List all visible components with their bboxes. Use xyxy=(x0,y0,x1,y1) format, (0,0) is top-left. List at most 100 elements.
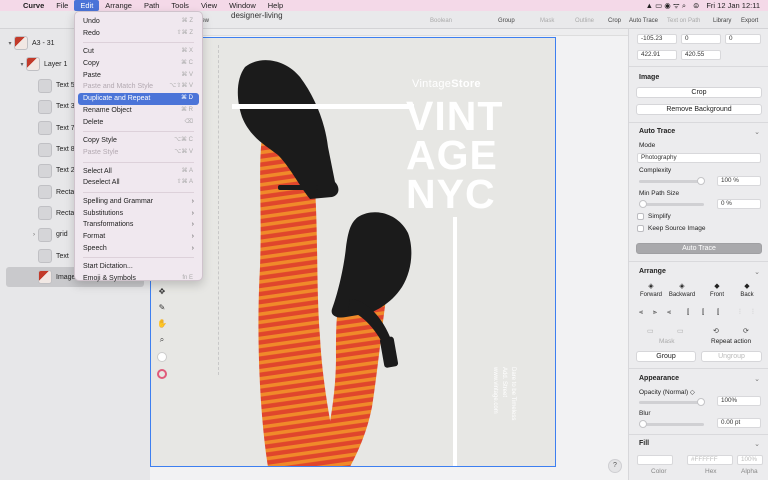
disclosure-icon[interactable]: ▾ xyxy=(18,61,26,68)
front-button[interactable]: ◆ Front xyxy=(702,282,732,304)
menu-app[interactable]: Curve xyxy=(17,0,50,11)
menu-item[interactable]: Start Dictation... xyxy=(75,261,202,273)
auto-trace-button[interactable]: Auto Trace xyxy=(636,243,762,254)
toolbar-boolean[interactable]: Boolean xyxy=(430,18,452,24)
menu-item[interactable]: Paste Style ⌥⌘ V xyxy=(75,147,202,159)
status-icons[interactable]: ▲ ▭ ◉ ᯤ ⌕ xyxy=(646,1,686,11)
menu-edit[interactable]: Edit xyxy=(74,0,100,11)
opacity-field[interactable]: 100% xyxy=(717,396,761,406)
backward-button[interactable]: ◈ Backward xyxy=(667,282,697,304)
toolbar-library[interactable]: Library xyxy=(713,18,731,24)
menu-item[interactable]: Copy ⌘ C xyxy=(75,58,202,70)
repeat-icon[interactable]: ⟲ xyxy=(713,327,719,335)
distribute-icon[interactable]: ⫶ xyxy=(752,309,754,317)
poster-headline[interactable]: VINT AGE NYC xyxy=(406,96,503,215)
menu-arrange[interactable]: Arrange xyxy=(99,0,138,11)
menu-item[interactable]: Format › xyxy=(75,231,202,243)
complexity-slider[interactable] xyxy=(639,177,705,185)
keep-source-checkbox[interactable] xyxy=(637,225,644,232)
toolbar-group[interactable]: Group xyxy=(498,18,515,24)
align-right-icon[interactable]: ⫷ xyxy=(667,309,671,317)
menu-view[interactable]: View xyxy=(195,0,223,11)
menu-file[interactable]: File xyxy=(50,0,74,11)
menu-path[interactable]: Path xyxy=(138,0,165,11)
hand-icon[interactable]: ✋ xyxy=(157,319,167,328)
fill-color-swatch[interactable] xyxy=(637,455,673,465)
align-left-icon[interactable]: ⫷ xyxy=(639,309,643,317)
position-y-field[interactable]: 0 xyxy=(681,34,721,44)
artboard[interactable]: VintageStore VINT AGE NYC Dare to be Tim… xyxy=(150,37,556,467)
menu-item[interactable]: Transformations › xyxy=(75,219,202,231)
menu-item[interactable]: Select All ⌘ A xyxy=(75,166,202,178)
forward-button[interactable]: ◈ Forward xyxy=(636,282,666,304)
mask-icon[interactable]: ▭ xyxy=(647,327,654,335)
simplify-checkbox[interactable] xyxy=(637,213,644,220)
menu-item[interactable]: Spelling and Grammar › xyxy=(75,196,202,208)
menu-item[interactable]: Paste ⌘ V xyxy=(75,70,202,82)
rotation-field[interactable]: 0 xyxy=(725,34,761,44)
eraser-icon[interactable]: ✎ xyxy=(159,303,166,312)
menu-item[interactable]: Speech › xyxy=(75,243,202,255)
align-middle-icon[interactable]: ⫿ xyxy=(702,309,704,317)
menu-item[interactable]: Delete ⌫ xyxy=(75,117,202,129)
disclosure-icon[interactable]: ▾ xyxy=(6,40,14,47)
ungroup-button[interactable]: Ungroup xyxy=(701,351,762,362)
menu-item[interactable]: Undo ⌘ Z xyxy=(75,16,202,28)
blur-field[interactable]: 0.00 pt xyxy=(717,418,761,428)
toolbar-mask[interactable]: Mask xyxy=(540,18,554,24)
control-center-icon[interactable]: ⊜ xyxy=(693,1,699,10)
repeat-icon[interactable]: ⟳ xyxy=(743,327,749,335)
fill-alpha-field[interactable]: 100% xyxy=(737,455,763,465)
slider-knob[interactable] xyxy=(639,420,647,428)
back-button[interactable]: ◆ Back xyxy=(732,282,762,304)
menu-help[interactable]: Help xyxy=(262,0,289,11)
toolbar-crop[interactable]: Crop xyxy=(608,18,621,24)
toolbar-text-on-path[interactable]: Text on Path xyxy=(667,18,700,24)
stroke-swatch-icon[interactable] xyxy=(157,369,167,379)
clock[interactable]: Fri 12 Jan 12:11 xyxy=(706,1,760,10)
fill-hex-field[interactable]: #FFFFFF xyxy=(687,455,733,465)
canvas[interactable]: VintageStore VINT AGE NYC Dare to be Tim… xyxy=(150,29,628,480)
menu-item[interactable]: Emoji & Symbols fn E xyxy=(75,273,202,285)
slider-knob[interactable] xyxy=(697,398,705,406)
width-field[interactable]: 422.91 xyxy=(637,50,677,60)
opacity-slider[interactable] xyxy=(639,398,705,406)
distribute-icon[interactable]: ⫶ xyxy=(739,309,741,317)
menu-item[interactable]: Paste and Match Style ⌥⇧⌘ V xyxy=(75,81,202,93)
height-field[interactable]: 420.55 xyxy=(681,50,721,60)
zoom-icon[interactable]: ⌕ xyxy=(160,335,164,345)
menu-tools[interactable]: Tools xyxy=(165,0,195,11)
crop-button[interactable]: Crop xyxy=(636,87,762,98)
slider-knob[interactable] xyxy=(639,200,647,208)
menu-item[interactable]: Copy Style ⌥⌘ C xyxy=(75,135,202,147)
align-center-icon[interactable]: ⫸ xyxy=(653,309,657,317)
chevron-down-icon[interactable]: ⌄ xyxy=(754,375,760,383)
fill-swatch-icon[interactable] xyxy=(157,352,167,362)
poster-side-text[interactable]: Dare to be Timeless Add. Street www.vint… xyxy=(490,367,517,420)
toolbar-export[interactable]: Export xyxy=(741,18,758,24)
menu-item[interactable]: Substitutions › xyxy=(75,208,202,220)
remove-background-button[interactable]: Remove Background xyxy=(636,104,762,115)
mode-select[interactable]: Photography xyxy=(637,153,761,163)
toolbar-auto-trace[interactable]: Auto Trace xyxy=(629,18,658,24)
chevron-down-icon[interactable]: ⌄ xyxy=(754,128,760,136)
blur-slider[interactable] xyxy=(639,420,704,428)
position-x-field[interactable]: -105.23 xyxy=(637,34,677,44)
slider-knob[interactable] xyxy=(697,177,705,185)
menu-window[interactable]: Window xyxy=(223,0,262,11)
move-icon[interactable]: ✥ xyxy=(159,287,166,296)
unmask-icon[interactable]: ▭ xyxy=(677,327,684,335)
help-button[interactable]: ? xyxy=(608,459,622,473)
disclosure-icon[interactable]: › xyxy=(30,232,38,238)
align-bottom-icon[interactable]: ⫿ xyxy=(717,309,719,317)
chevron-down-icon[interactable]: ⌄ xyxy=(754,440,760,448)
menu-item[interactable]: Rename Object ⌘ R xyxy=(75,105,202,117)
align-top-icon[interactable]: ⫿ xyxy=(687,309,689,317)
complexity-field[interactable]: 100 % xyxy=(717,176,761,186)
menu-item[interactable]: Deselect All ⇧⌘ A xyxy=(75,177,202,189)
min-path-slider[interactable] xyxy=(639,200,704,208)
menu-item[interactable]: Cut ⌘ X xyxy=(75,46,202,58)
chevron-down-icon[interactable]: ⌄ xyxy=(754,268,760,276)
opacity-label[interactable]: Opacity (Normal) ◇ xyxy=(639,388,695,396)
menu-item[interactable]: Redo ⇧⌘ Z xyxy=(75,28,202,40)
